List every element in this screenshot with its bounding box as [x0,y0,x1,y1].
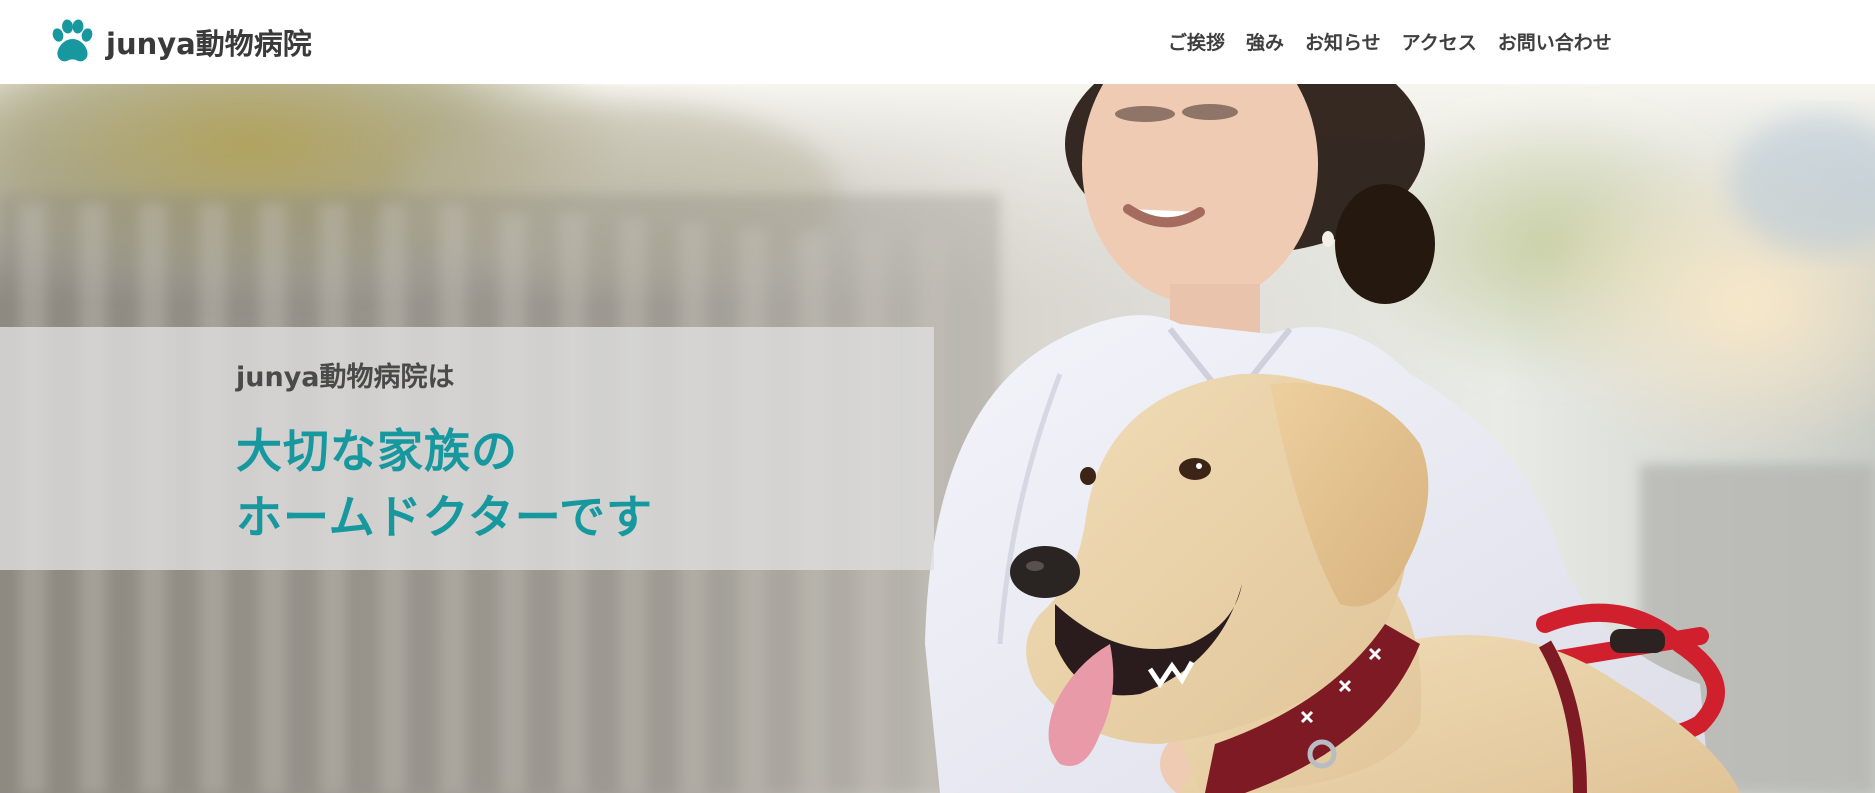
nav-item-strengths[interactable]: 強み [1246,28,1284,55]
hero-section: junya動物病院は 大切な家族の ホームドクターです [0,84,1875,793]
nav-item-news[interactable]: お知らせ [1305,28,1381,55]
tagline-headline-line1: 大切な家族の [236,424,518,478]
site-logo[interactable]: junya動物病院 [48,18,312,66]
nav-item-access[interactable]: アクセス [1402,28,1477,55]
tagline-headline-line2: ホームドクターです [236,490,654,544]
tagline-panel: junya動物病院は 大切な家族の ホームドクターです [0,327,934,570]
nav-item-contact[interactable]: お問い合わせ [1498,28,1612,55]
logo-text: junya動物病院 [106,27,312,61]
nav-item-greeting[interactable]: ご挨拶 [1168,28,1225,55]
tagline-intro: junya動物病院は [236,362,455,393]
main-nav: ご挨拶 強み お知らせ アクセス お問い合わせ [1168,28,1612,55]
paw-icon [52,19,93,62]
site-header: junya動物病院 ご挨拶 強み お知らせ アクセス お問い合わせ [0,0,1875,84]
